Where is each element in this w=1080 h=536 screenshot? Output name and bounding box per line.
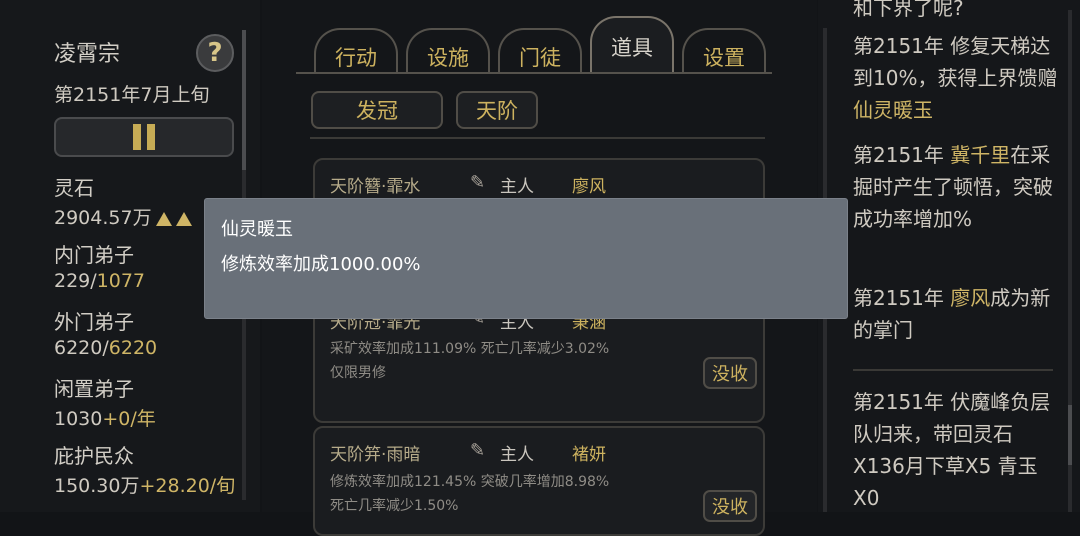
confiscate-button[interactable]: 没收 [703,357,757,389]
item-effect: 采矿效率加成111.09% 死亡几率减少3.02% [330,341,610,357]
item-name: 天阶簪·霏水 [330,177,421,197]
item-restriction: 仅限男修 [330,365,386,381]
stat-label: 外门弟子 [54,310,134,334]
item-link: 仙灵暖玉 [853,98,933,122]
pencil-icon[interactable]: ✎ [470,440,485,461]
log-entry: 第2151年 廖风成为新的掌门 [853,286,1051,342]
stat-spirit-stones: 灵石 2904.57万 [54,172,192,230]
stat-label: 灵石 [54,176,94,200]
tooltip-title: 仙灵暖玉 [221,219,293,240]
increase-arrow-icon [175,211,192,226]
stat-label: 庇护民众 [54,444,134,468]
stat-value: 150.30万 [54,475,140,497]
tab-items[interactable]: 道具 [590,16,674,74]
tab-settings[interactable]: 设置 [682,28,766,74]
stat-value: 229/ [54,270,97,292]
stat-value: 2904.57万 [54,207,152,229]
stat-rate: +0/年 [102,408,156,430]
master-name: 褚妍 [572,445,606,465]
log-scrollbar[interactable] [1068,10,1072,512]
stat-label: 闲置弟子 [54,377,134,401]
tab-divider [296,72,772,74]
stat-rate: +28.20/旬 [139,475,236,497]
stat-value: 6220/ [54,337,109,359]
subtab-divider [310,137,765,139]
master-label: 主人 [500,177,534,197]
stat-inner-disciples: 内门弟子 229/1077 [54,239,145,292]
question-icon: ? [207,38,223,68]
stat-label: 内门弟子 [54,243,134,267]
tab-facilities[interactable]: 设施 [406,28,490,74]
pencil-icon[interactable]: ✎ [470,172,485,193]
subtab-hair-crown[interactable]: 发冠 [311,91,443,129]
disciple-name: 冀千里 [950,143,1011,167]
stat-value: 1030 [54,408,103,430]
increase-arrow-icon [155,211,172,226]
help-button[interactable]: ? [196,34,234,72]
game-date: 第2151年7月上旬 [54,84,210,106]
master-label: 主人 [500,445,534,465]
tab-disciples[interactable]: 门徒 [498,28,582,74]
stat-outer-disciples: 外门弟子 6220/6220 [54,306,157,359]
log-divider [853,369,1053,371]
stat-capacity: 6220 [108,337,158,359]
log-entry: 和下界了呢? [853,0,964,20]
tooltip-description: 修炼效率加成1000.00% [221,254,421,275]
item-tooltip: 仙灵暖玉 修炼效率加成1000.00% [204,198,848,319]
item-card: 天阶笄·雨暗 ✎ 主人 褚妍 修炼效率加成121.45% 突破几率增加8.98%… [313,426,765,536]
log-entry: 第2151年 伏魔峰负层队归来，带回灵石X136月下草X5 青玉X0 [853,390,1051,510]
stat-capacity: 1077 [96,270,146,292]
tab-bar: 行动 设施 门徒 道具 设置 [300,16,770,76]
log-entry: 第2151年 冀千里在采掘时产生了顿悟，突破成功率增加% [853,143,1053,231]
item-name: 天阶笄·雨暗 [330,445,421,465]
disciple-name: 廖风 [950,286,991,310]
log-entry: 第2151年 修复天梯达到10%，获得上界馈赠仙灵暖玉 [853,34,1058,122]
pause-button[interactable] [54,117,234,157]
master-name: 廖风 [572,177,606,197]
stat-idle-disciples: 闲置弟子 1030+0/年 [54,373,156,431]
subtab-heaven-grade[interactable]: 天阶 [456,91,538,129]
sect-name: 凌霄宗 [54,42,121,67]
pause-icon [133,124,141,150]
item-effect: 死亡几率减少1.50% [330,498,459,514]
confiscate-button[interactable]: 没收 [703,490,757,522]
tab-actions[interactable]: 行动 [314,28,398,74]
stat-sheltered-people: 庇护民众 150.30万+28.20/旬 [54,440,235,498]
item-effect: 修炼效率加成121.45% 突破几率增加8.98% [330,474,610,490]
